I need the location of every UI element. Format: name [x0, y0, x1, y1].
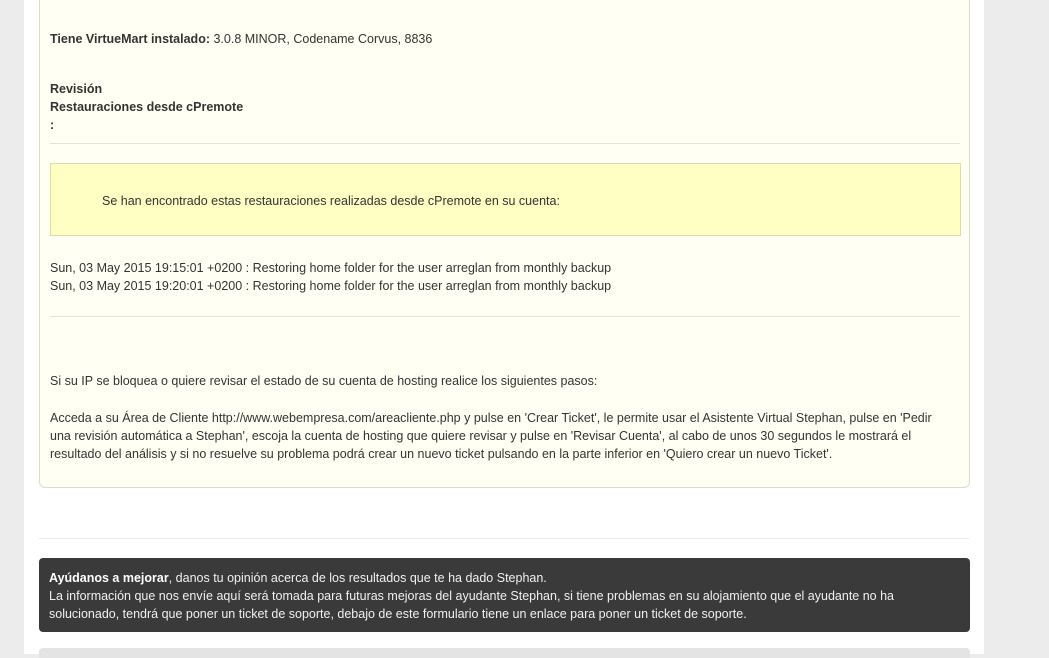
virtuemart-version: 3.0.8 MINOR, Codename Corvus, 8836: [210, 32, 433, 46]
restorations-notice: Se han encontrado estas restauraciones r…: [50, 163, 961, 236]
page-content: Tiene VirtueMart instalado: 3.0.8 MINOR,…: [24, 0, 984, 658]
feedback-title-suffix: , danos tu opinión acerca de los resulta…: [168, 571, 547, 585]
restorations-title: Restauraciones desde cPremote: [50, 100, 244, 114]
feedback-body: La información que nos envíe aquí será t…: [49, 589, 894, 621]
virtuemart-info: Tiene VirtueMart instalado: 3.0.8 MINOR,…: [50, 32, 432, 46]
virtuemart-label: Tiene VirtueMart instalado:: [50, 32, 210, 46]
feedback-title: Ayúdanos a mejorar: [49, 571, 169, 585]
divider-top: [50, 143, 960, 144]
section-separator: [39, 538, 969, 539]
revision-heading-block: Revisión Restauraciones desde cPremote :: [50, 80, 243, 134]
divider-bottom: [50, 316, 960, 317]
restorations-colon: :: [50, 118, 55, 132]
result-panel: Tiene VirtueMart instalado: 3.0.8 MINOR,…: [39, 0, 970, 488]
log-entry: Sun, 03 May 2015 19:15:01 +0200 : Restor…: [50, 261, 612, 275]
revision-title: Revisión: [50, 82, 103, 96]
log-entry: Sun, 03 May 2015 19:20:01 +0200 : Restor…: [50, 279, 612, 293]
help-intro: Si su IP se bloquea o quiere revisar el …: [50, 374, 598, 388]
feedback-banner: Ayúdanos a mejorar, danos tu opinión ace…: [39, 558, 970, 632]
notice-text: Se han encontrado estas restauraciones r…: [102, 194, 560, 208]
restoration-log: Sun, 03 May 2015 19:15:01 +0200 : Restor…: [50, 259, 611, 295]
help-steps: Acceda a su Área de Cliente http://www.w…: [50, 411, 932, 461]
feedback-form-top: [39, 648, 970, 658]
